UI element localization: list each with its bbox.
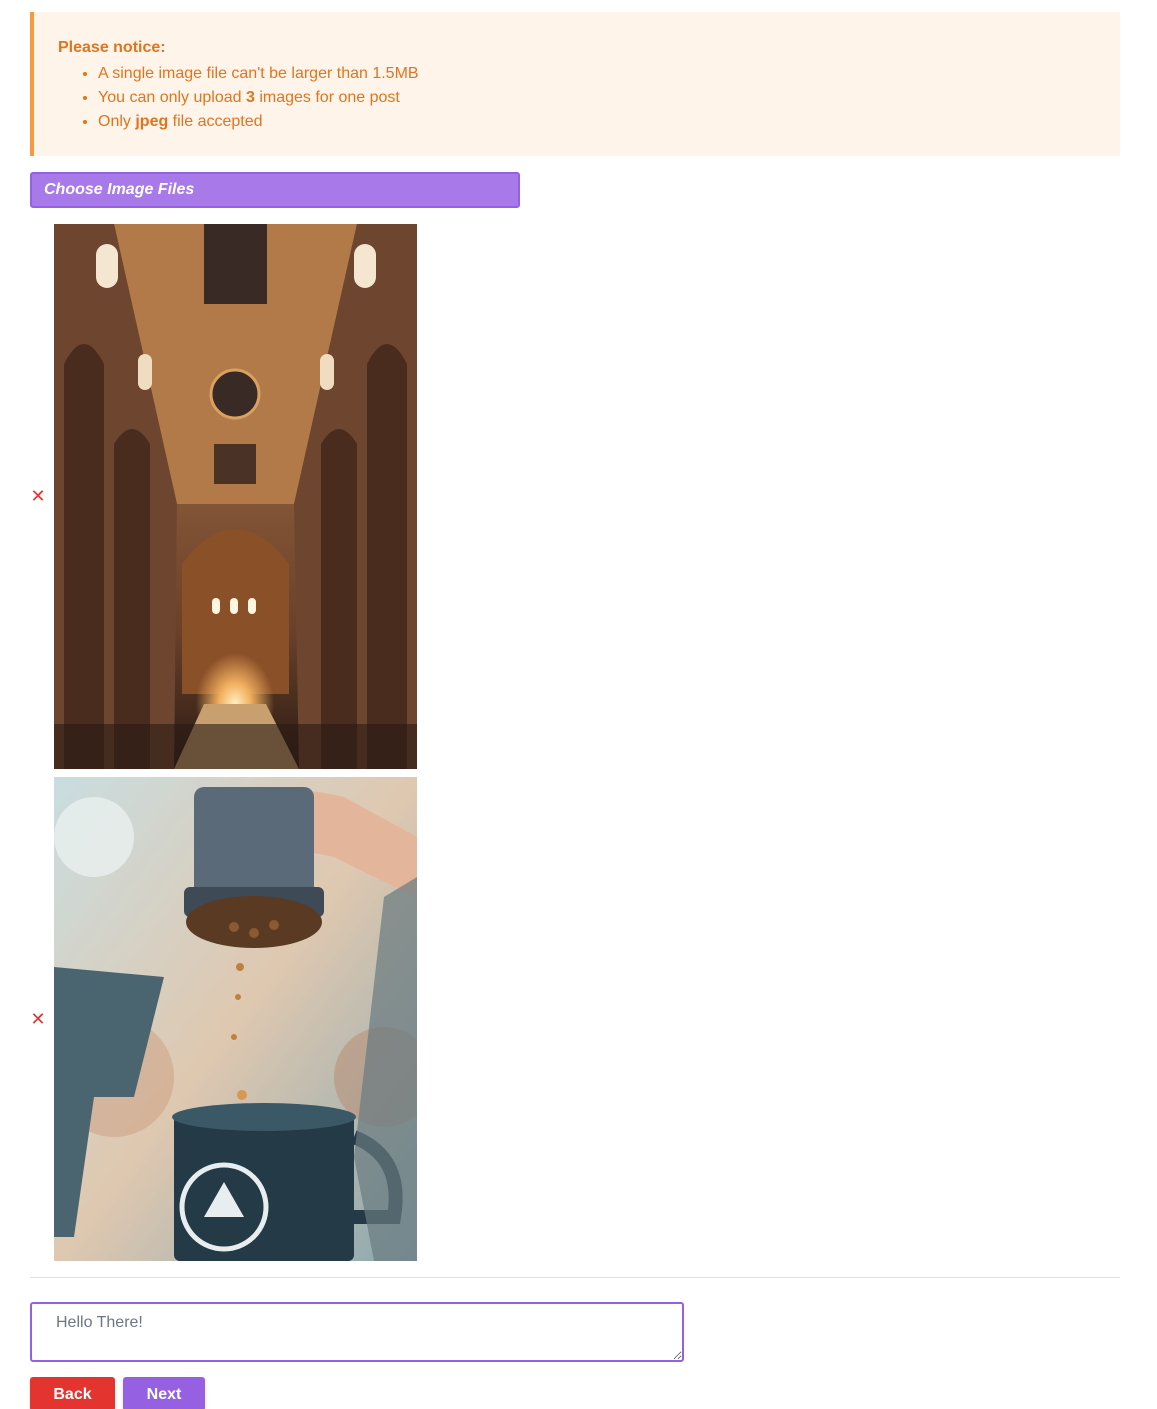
- image-thumbnail: [54, 224, 417, 769]
- upload-page: Please notice: A single image file can't…: [0, 0, 1157, 1409]
- notice-item: Only jpeg file accepted: [98, 110, 419, 134]
- cathedral-image: [54, 224, 417, 769]
- notice-box: Please notice: A single image file can't…: [30, 12, 1120, 156]
- divider: [30, 1277, 1120, 1278]
- image-thumbnail: [54, 777, 417, 1261]
- notice-item: A single image file can't be larger than…: [98, 62, 419, 86]
- next-button[interactable]: Next: [123, 1377, 205, 1409]
- back-button[interactable]: Back: [30, 1377, 115, 1409]
- remove-image-icon[interactable]: ✕: [30, 1010, 46, 1028]
- post-caption-textarea[interactable]: Hello There!: [30, 1302, 684, 1362]
- notice-item: You can only upload 3 images for one pos…: [98, 86, 419, 110]
- notice-list: A single image file can't be larger than…: [58, 62, 419, 134]
- choose-image-files-button[interactable]: Choose Image Files: [30, 172, 520, 208]
- coffee-image: [54, 777, 417, 1261]
- remove-image-icon[interactable]: ✕: [30, 487, 46, 505]
- notice-title: Please notice:: [58, 39, 166, 56]
